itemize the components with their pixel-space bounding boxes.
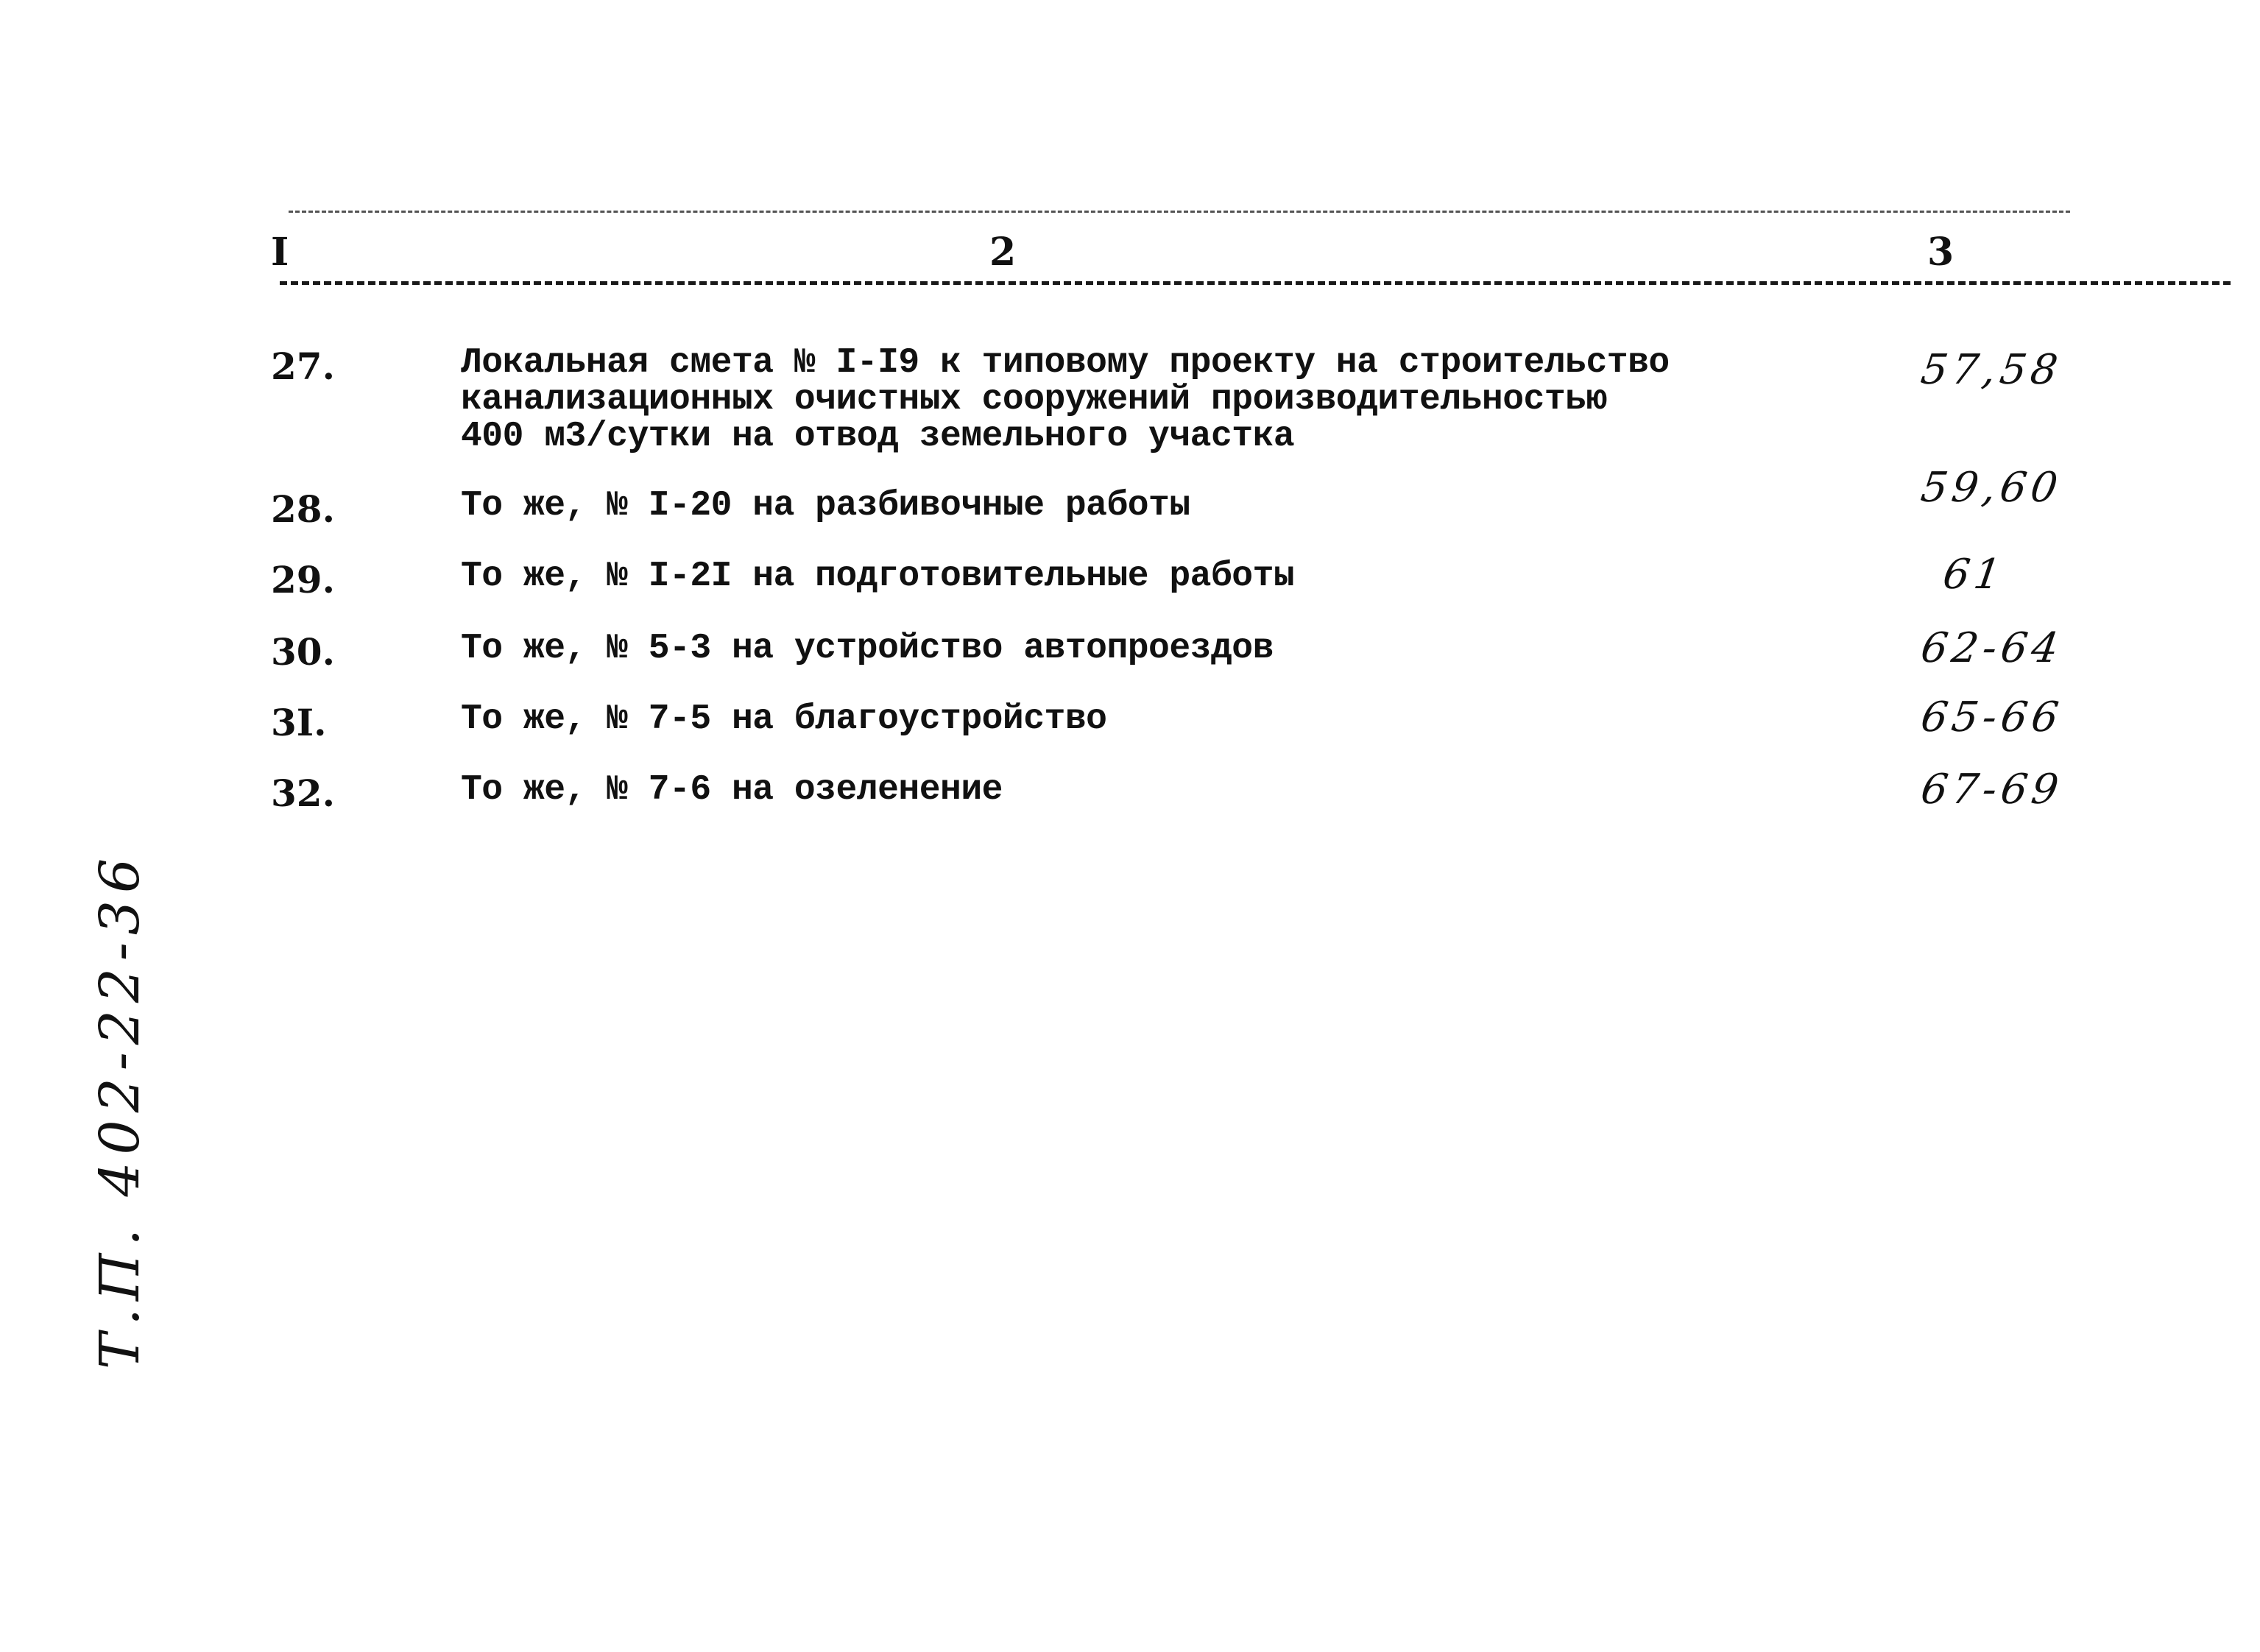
table-header-rule	[280, 281, 2231, 285]
row-description: Локальная смета № I-I9 к типовому проект…	[461, 343, 1670, 456]
row-description: То же, № I-2I на подготовительные работы	[461, 557, 1295, 596]
row-description: То же, № 7-6 на озеленение	[461, 770, 1003, 810]
column-header-pages: 3	[1927, 230, 1954, 275]
row-pages: 65-66	[1918, 693, 2066, 741]
column-header-description: 2	[989, 230, 1017, 275]
row-number: 28.	[271, 487, 335, 531]
row-pages: 67-69	[1918, 766, 2066, 813]
row-number: 3I.	[271, 701, 327, 744]
row-number: 29.	[271, 558, 335, 601]
row-number: 27.	[271, 345, 335, 388]
row-description: То же, № 7-5 на благоустройство	[461, 699, 1107, 739]
row-description: То же, № 5-3 на устройство автопроездов	[461, 629, 1274, 668]
row-pages: 61	[1940, 551, 2008, 599]
table-top-rule	[289, 211, 2070, 213]
row-pages: 62-64	[1918, 624, 2066, 672]
margin-project-stamp: Т.П. 402-22-36	[88, 850, 152, 1369]
row-description: То же, № I-20 на разбивочные работы	[461, 486, 1190, 526]
row-pages: 59,60	[1918, 464, 2065, 512]
row-number: 32.	[271, 772, 335, 815]
row-number: 30.	[271, 630, 335, 674]
row-pages: 57,58	[1918, 346, 2065, 394]
column-header-number: I	[271, 230, 289, 275]
